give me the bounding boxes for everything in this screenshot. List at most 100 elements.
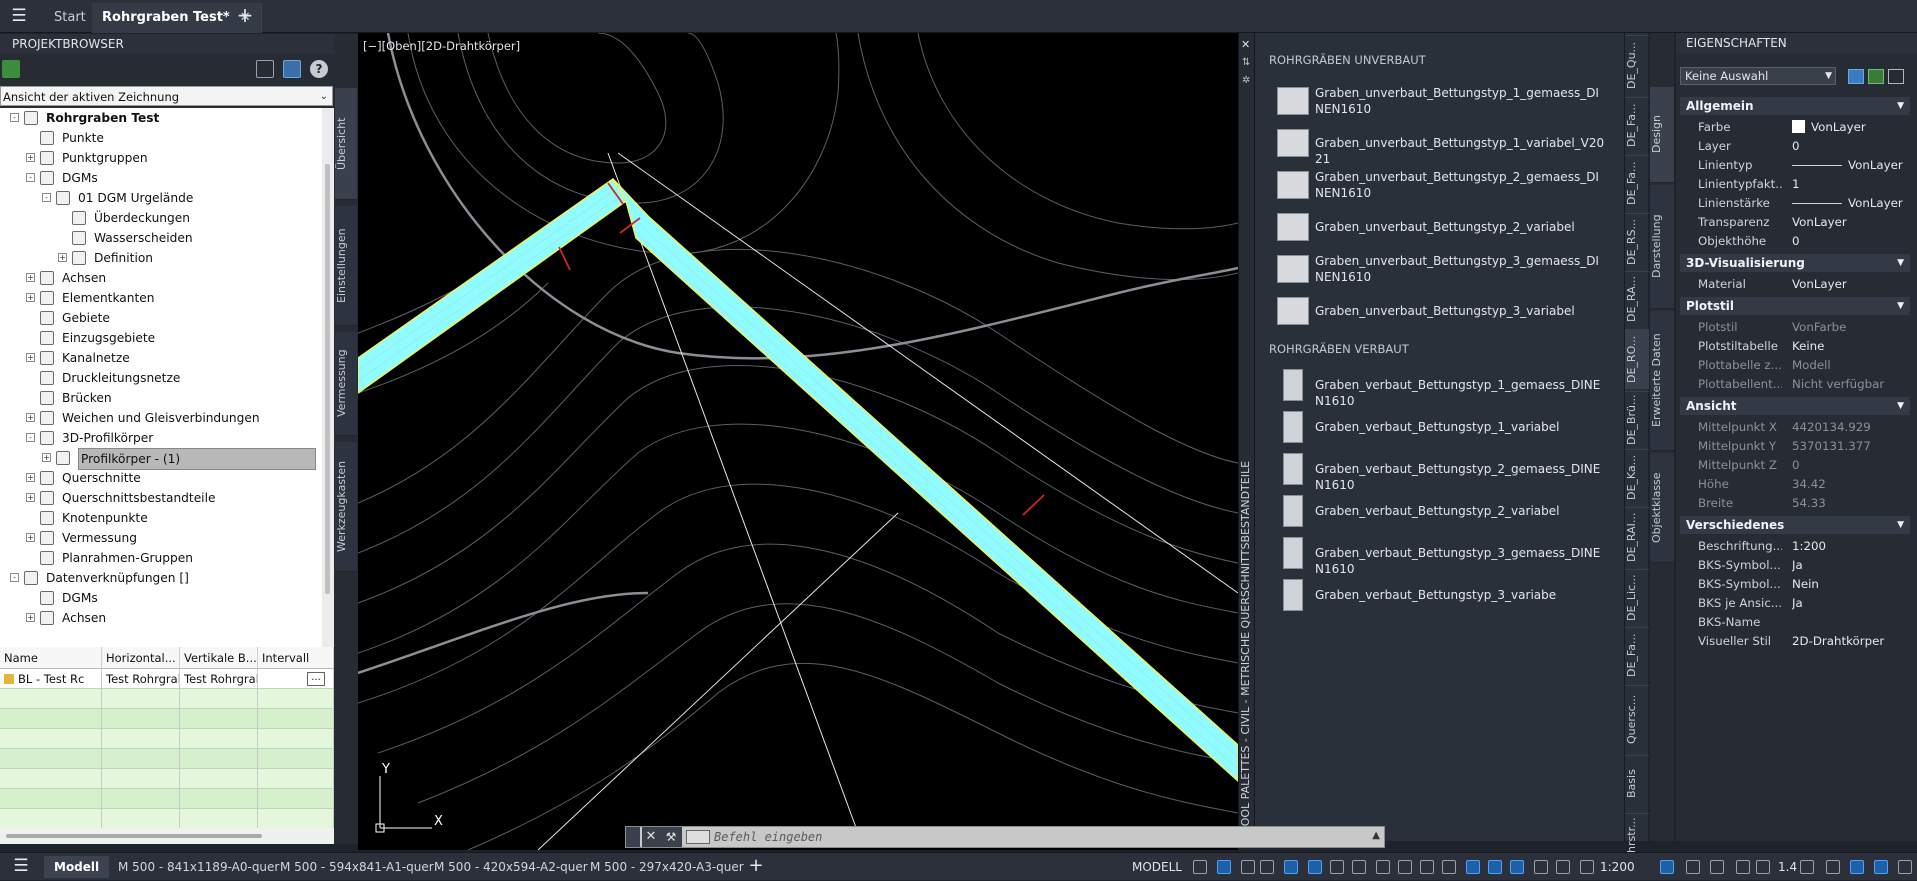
palette-item[interactable]: Graben_verbaut_Bettungstyp_1_gemaess_DIN… [1277, 369, 1600, 408]
status-toggle-icon[interactable] [1260, 860, 1274, 874]
property-row[interactable]: Plottabelle z... Modell [1680, 356, 1910, 375]
tree-item[interactable]: + Elementkanten [0, 288, 322, 308]
tree-item[interactable]: Druckleitungsnetze [0, 368, 322, 388]
side-tab-einstellungen[interactable]: Einstellungen [335, 206, 357, 326]
property-row[interactable]: Linienstärke VonLayer [1680, 194, 1910, 213]
palette-tab[interactable]: DE_Fa... [1625, 97, 1649, 153]
status-toggle-icon[interactable] [1826, 860, 1840, 874]
tree-item[interactable]: Einzugsgebiete [0, 328, 322, 348]
property-row[interactable]: BKS-Name [1680, 613, 1910, 632]
palette-tab[interactable]: DE_RO... [1625, 329, 1649, 389]
props-tab-darstellung[interactable]: Darstellung [1650, 185, 1674, 309]
expand-toggle-icon[interactable]: + [26, 533, 35, 542]
palette-item[interactable]: Graben_verbaut_Bettungstyp_3_gemaess_DIN… [1277, 537, 1600, 576]
status-toggle-icon[interactable] [1420, 860, 1434, 874]
select-objects-icon[interactable] [1868, 69, 1884, 84]
property-row[interactable]: Höhe 34.42 [1680, 475, 1910, 494]
tree-scrollbar[interactable] [322, 108, 334, 668]
status-toggle-icon[interactable] [1488, 860, 1502, 874]
tree-item[interactable]: + Achsen [0, 268, 322, 288]
status-toggle-icon[interactable] [1466, 860, 1480, 874]
status-toggle-icon[interactable] [1756, 860, 1770, 874]
palette-item[interactable]: Graben_unverbaut_Bettungstyp_1_gemaess_D… [1277, 86, 1599, 117]
command-grip-icon[interactable] [626, 827, 640, 847]
property-category[interactable]: Ansicht ▼ [1680, 397, 1910, 415]
item-view-icon[interactable] [283, 60, 301, 78]
tab-start[interactable]: Start [44, 3, 97, 33]
palette-tab[interactable]: DE_Lic... [1625, 569, 1649, 625]
props-tab-objektklasse[interactable]: Objektklasse [1650, 453, 1674, 563]
expand-toggle-icon[interactable]: + [26, 413, 35, 422]
palette-item[interactable]: Graben_unverbaut_Bettungstyp_2_variabel [1277, 213, 1597, 243]
property-row[interactable]: Linientyp VonLayer [1680, 156, 1910, 175]
tree-scroll-thumb[interactable] [325, 164, 330, 594]
tree-item[interactable]: + Profilkörper - (1) [0, 448, 322, 470]
palette-item[interactable]: Graben_verbaut_Bettungstyp_1_variabel [1277, 411, 1597, 443]
command-prompt-icon[interactable] [686, 830, 710, 844]
property-row[interactable]: Visueller Stil 2D-Drahtkörper [1680, 632, 1910, 651]
property-category[interactable]: Plotstil ▼ [1680, 297, 1910, 315]
property-row[interactable]: Material VonLayer [1680, 275, 1910, 294]
property-row[interactable]: BKS-Symbol... Ja [1680, 556, 1910, 575]
status-toggle-icon[interactable] [1510, 860, 1524, 874]
grid-header-horizontal[interactable]: Horizontal... [102, 647, 180, 669]
drawing-viewport[interactable]: Y X [357, 32, 1239, 851]
app-menu-icon[interactable]: ☰ [6, 6, 32, 28]
palette-tab[interactable]: DE_Fa... [1625, 155, 1649, 211]
property-row[interactable]: Linientypfakt... 1 [1680, 175, 1910, 194]
palette-autohide-icon[interactable]: ⇅ [1242, 57, 1250, 68]
tree-item[interactable]: + Querschnitte [0, 468, 322, 488]
view-select[interactable]: Ansicht der aktiven Zeichnung ⌄ [0, 86, 333, 106]
layout-tab[interactable]: M 500 - 594x841-A1-quer [270, 856, 444, 878]
palette-tab[interactable]: DE_Brü... [1625, 391, 1649, 447]
property-row[interactable]: Mittelpunkt X 4420134.929 [1680, 418, 1910, 437]
quick-select-icon[interactable] [1888, 69, 1904, 84]
tree-item[interactable]: Wasserscheiden [0, 228, 322, 248]
wrench-icon[interactable]: ⚒ [660, 827, 682, 847]
selection-select[interactable]: Keine Auswahl ▼ [1680, 67, 1836, 85]
property-row[interactable]: BKS-Symbol... Nein [1680, 575, 1910, 594]
property-row[interactable]: Mittelpunkt Z 0 [1680, 456, 1910, 475]
property-category[interactable]: 3D-Visualisierung ▼ [1680, 254, 1910, 272]
palette-tab[interactable]: DE_Ka... [1625, 449, 1649, 505]
status-toggle-icon[interactable] [1660, 860, 1674, 874]
expand-toggle-icon[interactable]: - [42, 193, 51, 202]
expand-toggle-icon[interactable]: - [10, 113, 19, 122]
palette-gear-icon[interactable]: ✲ [1242, 75, 1250, 86]
layout-tab[interactable]: M 500 - 841x1189-A0-quer [108, 856, 289, 878]
status-toggle-icon[interactable] [1874, 860, 1888, 874]
palette-item[interactable]: Graben_unverbaut_Bettungstyp_1_variabel_… [1277, 129, 1604, 166]
status-toggle-icon[interactable] [1284, 860, 1298, 874]
expand-toggle-icon[interactable]: - [26, 433, 35, 442]
property-row[interactable]: Objekthöhe 0 [1680, 232, 1910, 251]
props-tab-design[interactable]: Design [1650, 87, 1674, 183]
expand-toggle-icon[interactable]: - [10, 573, 19, 582]
tree-item[interactable]: - Datenverknüpfungen [] [0, 568, 322, 588]
command-history-icon[interactable]: ▲ [1372, 830, 1380, 841]
status-toggle-icon[interactable] [1850, 860, 1864, 874]
property-row[interactable]: Plotstil VonFarbe [1680, 318, 1910, 337]
status-toggle-icon[interactable] [1376, 860, 1390, 874]
property-row[interactable]: Mittelpunkt Y 5370131.377 [1680, 437, 1910, 456]
palette-tab[interactable]: DE_RS... [1625, 213, 1649, 269]
expand-toggle-icon[interactable]: - [26, 173, 35, 182]
status-toggle-icon[interactable] [1710, 860, 1724, 874]
grid-header-name[interactable]: Name [0, 647, 102, 669]
tree-item[interactable]: Überdeckungen [0, 208, 322, 228]
palette-tab[interactable]: DE_RAI... [1625, 507, 1649, 567]
tree-item[interactable]: - 01 DGM Urgelände [0, 188, 322, 208]
property-category[interactable]: Verschiedenes ▼ [1680, 516, 1910, 534]
expand-toggle-icon[interactable]: + [42, 453, 51, 462]
viewport-controls-label[interactable]: [−][Oben][2D-Drahtkörper] [363, 39, 520, 53]
annotation-scale[interactable]: 1:200 [1600, 853, 1635, 881]
palette-item[interactable]: Graben_verbaut_Bettungstyp_2_gemaess_DIN… [1277, 453, 1600, 492]
status-toggle-icon[interactable] [1352, 860, 1366, 874]
grid-header-vertical[interactable]: Vertikale B... [180, 647, 258, 669]
palette-item[interactable]: Graben_unverbaut_Bettungstyp_3_gemaess_D… [1277, 254, 1599, 285]
property-row[interactable]: Beschriftung... 1:200 [1680, 537, 1910, 556]
palette-tab[interactable]: DE_Qu... [1625, 35, 1649, 95]
help-icon[interactable]: ? [310, 60, 328, 78]
tree-item[interactable]: Brücken [0, 388, 322, 408]
tree-item[interactable]: - 3D-Profilkörper [0, 428, 322, 448]
list-view-icon[interactable] [256, 60, 274, 78]
